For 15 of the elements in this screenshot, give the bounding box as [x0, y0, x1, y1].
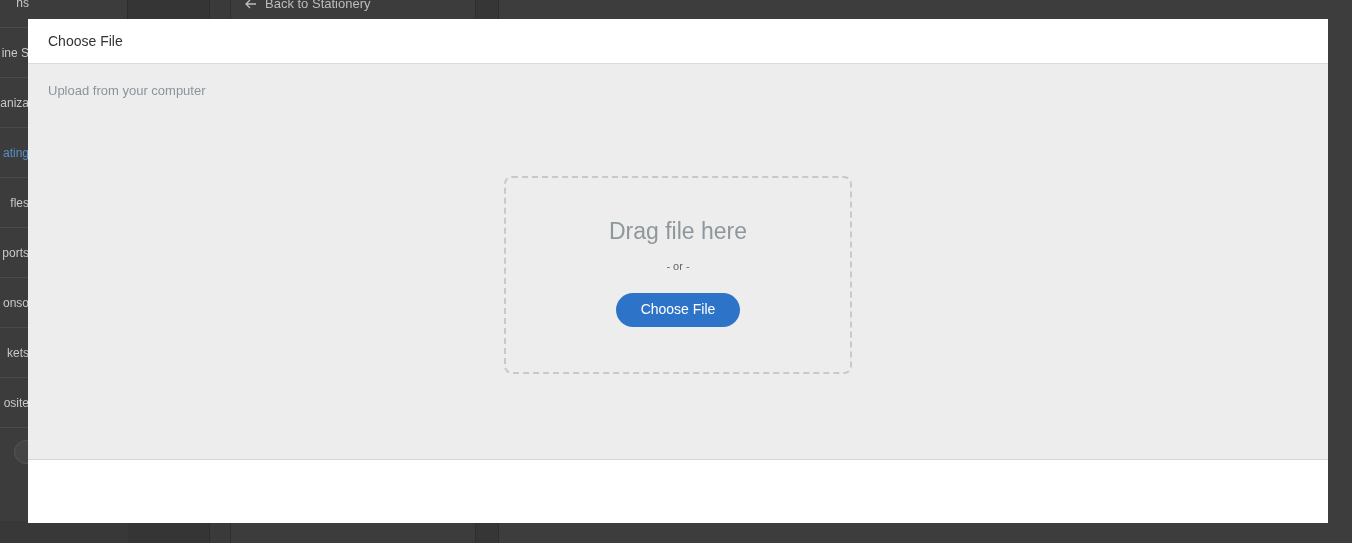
dialog-title: Choose File	[48, 31, 123, 51]
sidebar-item[interactable]: kets	[7, 343, 29, 362]
sidebar-item[interactable]: ports	[2, 243, 29, 262]
sidebar-item[interactable]: ine S	[1, 43, 29, 62]
separator-text: - or -	[666, 259, 690, 274]
sidebar-item[interactable]: aniza	[0, 93, 29, 112]
sidebar-item[interactable]: osite	[3, 393, 29, 412]
choose-file-button[interactable]: Choose File	[616, 292, 740, 327]
left-arrow-icon	[245, 0, 257, 9]
drop-zone[interactable]: Drag file here - or - Choose File	[504, 175, 852, 374]
sidebar-item[interactable]: ns	[16, 0, 29, 12]
sidebar-item[interactable]: onso	[2, 293, 29, 312]
section-label: Upload from your computer	[48, 82, 207, 100]
sidebar-item[interactable]: fles	[10, 193, 29, 212]
drop-text: Drag file here	[608, 216, 748, 246]
